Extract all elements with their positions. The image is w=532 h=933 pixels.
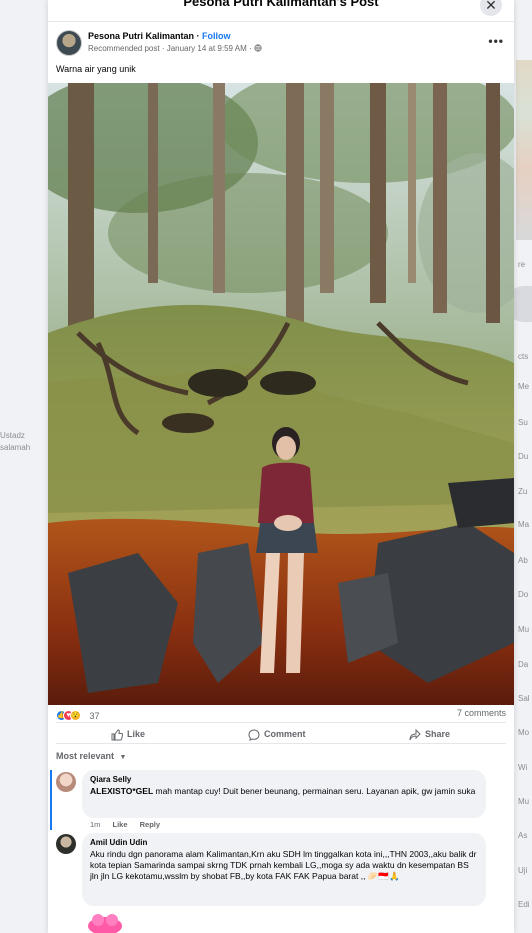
post-meta-text[interactable]: Recommended post · January 14 at 9:59 AM…: [88, 44, 252, 53]
reactions-summary[interactable]: 👍♥😯 37: [56, 707, 100, 722]
commenter-name[interactable]: Amil Udin Udin: [90, 838, 478, 847]
background-snippet: re: [518, 260, 526, 269]
contact-item: Do: [518, 590, 529, 599]
contact-item: Su: [518, 418, 528, 427]
like-button[interactable]: Like: [111, 726, 145, 742]
like-icon: [111, 729, 124, 741]
page-name[interactable]: Pesona Putri Kalimantan: [88, 31, 194, 41]
comment-icon: [248, 729, 260, 741]
comment-bubble: Amil Udin Udin Aku rindu dgn panorama al…: [82, 833, 486, 906]
contact-item: Du: [518, 452, 529, 461]
commenter-avatar[interactable]: [56, 772, 76, 792]
comment-meta: 1m Like Reply: [90, 820, 170, 829]
contact-item: Da: [518, 660, 529, 669]
contact-item: Zu: [518, 487, 528, 496]
background-snippet: Ustadz: [0, 431, 25, 440]
contact-item: Edi: [518, 900, 530, 909]
contact-item: Mu: [518, 797, 530, 806]
comment-button[interactable]: Comment: [248, 726, 306, 742]
post-photo[interactable]: [48, 83, 514, 705]
share-button[interactable]: Share: [409, 726, 450, 742]
more-icon: •••: [488, 34, 504, 48]
close-icon: ✕: [485, 0, 497, 13]
contact-item: Wi: [518, 763, 528, 772]
post-actions: Like Comment Share: [56, 722, 506, 744]
post-modal: Pesona Putri Kalimantan's Post ✕ Pesona …: [48, 0, 514, 933]
contact-item: Sal: [518, 694, 530, 703]
comment-like-button[interactable]: Like: [113, 820, 128, 829]
comment-text: Aku rindu dgn panorama alam Kalimantan,K…: [90, 849, 477, 881]
comments-sort-dropdown[interactable]: Most relevant ▼: [56, 751, 126, 761]
comment-time[interactable]: 1m: [90, 820, 100, 829]
background-snippet: salamah: [0, 443, 31, 452]
contact-item: Ma: [518, 520, 530, 529]
chevron-down-icon: ▼: [119, 754, 127, 761]
comment-bubble: Qiara Selly ALEXISTO*GEL mah mantap cuy!…: [82, 770, 486, 818]
comment-thread-indicator: [50, 770, 52, 830]
background-thumbnail: [516, 60, 532, 240]
follow-button[interactable]: Follow: [202, 31, 231, 41]
reaction-count: 37: [89, 710, 100, 721]
post-meta: Recommended post · January 14 at 9:59 AM…: [88, 44, 262, 53]
share-icon: [409, 728, 421, 740]
contact-item: Mu: [518, 625, 530, 634]
background-snippet: cts: [518, 352, 529, 361]
modal-header: Pesona Putri Kalimantan's Post: [48, 0, 514, 22]
post-header: Pesona Putri Kalimantan · Follow Recomme…: [56, 30, 506, 58]
contact-item: Me: [518, 382, 530, 391]
commenter-name[interactable]: Qiara Selly: [90, 775, 478, 784]
wow-reaction-icon: 😯: [70, 710, 81, 722]
comment-count[interactable]: 7 comments: [457, 708, 506, 718]
globe-icon: [254, 44, 262, 52]
comment-reply-button[interactable]: Reply: [140, 820, 160, 829]
background-feed-left: Ustadz salamah: [0, 0, 48, 933]
comment-sticker: [86, 910, 124, 933]
comment-text: ALEXISTO*GEL mah mantap cuy! Duit bener …: [90, 786, 476, 796]
page-avatar[interactable]: [56, 30, 82, 56]
post-caption: Warna air yang unik: [56, 64, 136, 74]
page-name-line: Pesona Putri Kalimantan · Follow: [88, 31, 231, 41]
more-options-button[interactable]: •••: [488, 34, 504, 48]
contact-item: Mo: [518, 728, 530, 737]
commenter-avatar[interactable]: [56, 834, 76, 854]
contact-item: Uji: [518, 866, 528, 875]
modal-title: Pesona Putri Kalimantan's Post: [183, 0, 379, 9]
forest-stream-photo: [48, 83, 514, 705]
background-feed-right: re cts Me Su Du Zu Ma Ab Do Mu Da Sal Mo…: [514, 0, 532, 933]
contact-item: As: [518, 831, 528, 840]
contact-item: Ab: [518, 556, 528, 565]
